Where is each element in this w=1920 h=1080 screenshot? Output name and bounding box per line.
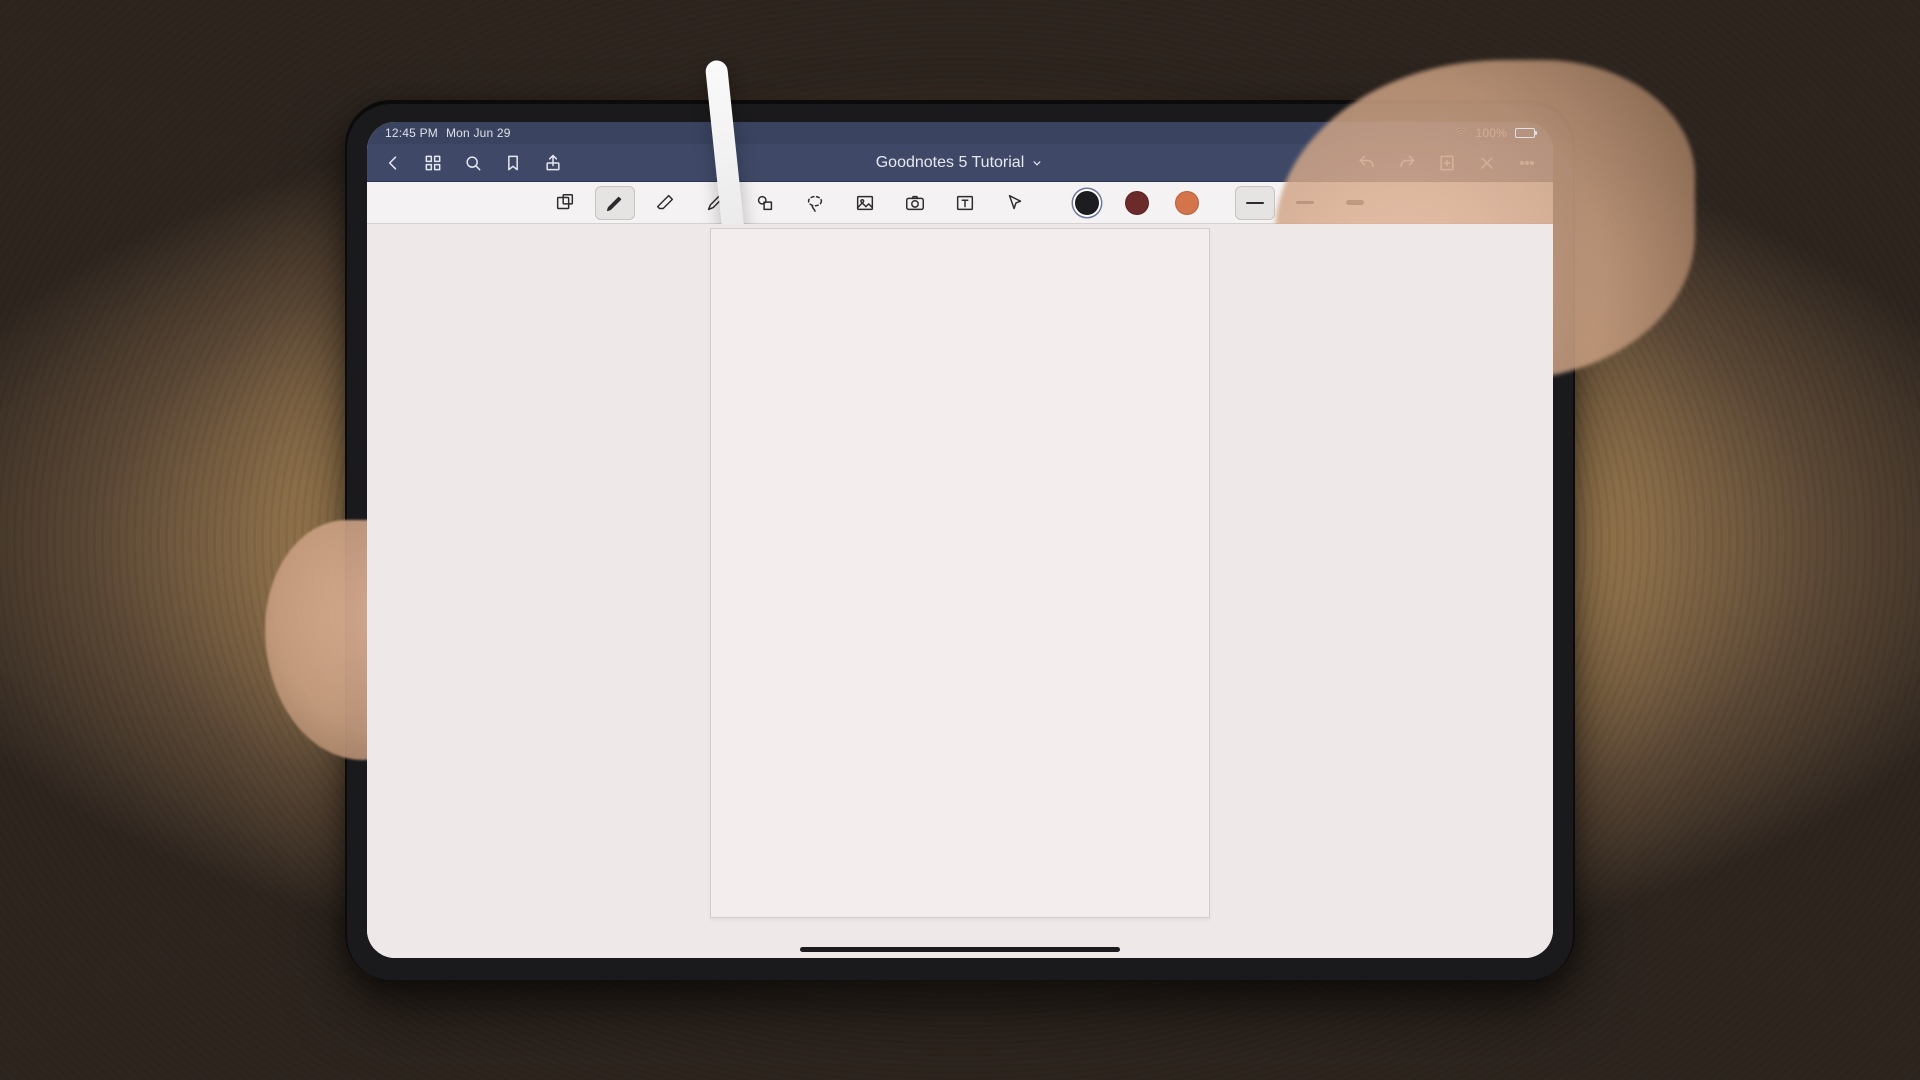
chevron-down-icon [1030,156,1044,170]
color-swatch-1[interactable] [1067,186,1107,220]
canvas-area[interactable] [367,224,1553,958]
ipad-screen: 12:45 PM Mon Jun 29 100% [367,122,1553,958]
shape-tool[interactable] [745,186,785,220]
zoom-tool[interactable] [545,186,585,220]
ipad-frame: 12:45 PM Mon Jun 29 100% [345,100,1575,980]
color-orange [1175,191,1199,215]
color-dark-red [1125,191,1149,215]
home-indicator[interactable] [800,947,1120,952]
image-tool[interactable] [845,186,885,220]
eraser-tool[interactable] [645,186,685,220]
search-button[interactable] [455,147,491,179]
status-date: Mon Jun 29 [446,126,511,140]
notebook-page[interactable] [710,228,1210,918]
document-title-dropdown[interactable]: Goodnotes 5 Tutorial [571,154,1349,172]
lasso-tool[interactable] [795,186,835,220]
stroke-thin[interactable] [1235,186,1275,220]
battery-icon [1515,128,1535,138]
color-swatch-2[interactable] [1117,186,1157,220]
pen-tool[interactable] [595,186,635,220]
document-title: Goodnotes 5 Tutorial [876,154,1025,172]
camera-tool[interactable] [895,186,935,220]
share-button[interactable] [535,147,571,179]
pointer-tool[interactable] [995,186,1035,220]
status-time: 12:45 PM [385,126,438,140]
color-black [1075,191,1099,215]
back-button[interactable] [375,147,411,179]
thumbnails-button[interactable] [415,147,451,179]
bookmark-button[interactable] [495,147,531,179]
color-swatch-3[interactable] [1167,186,1207,220]
text-tool[interactable] [945,186,985,220]
